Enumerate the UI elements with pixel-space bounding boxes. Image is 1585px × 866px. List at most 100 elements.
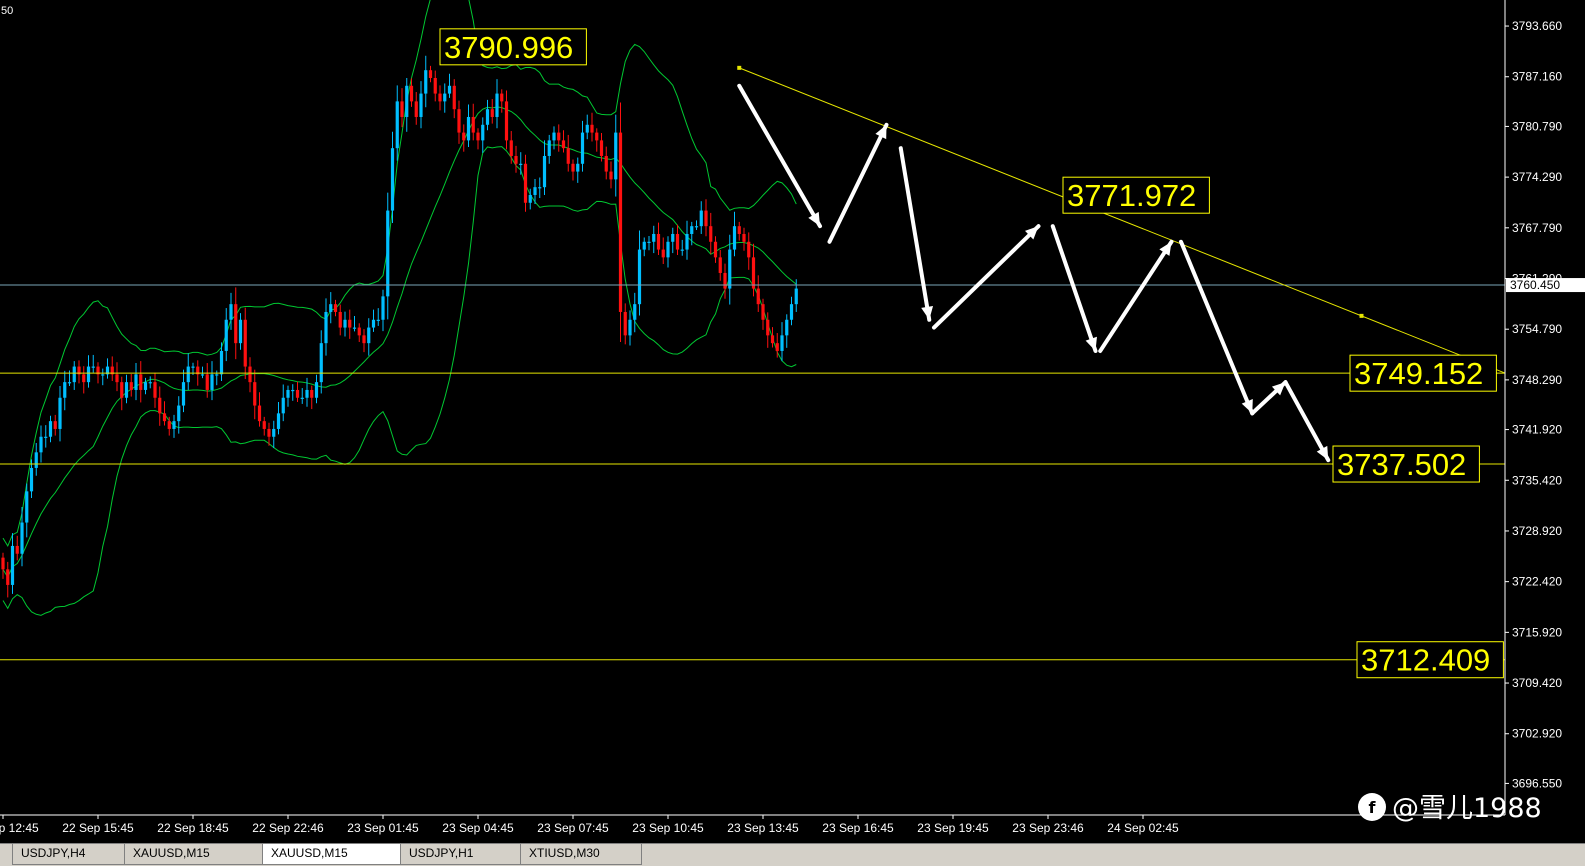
candle-body (571, 163, 575, 172)
candle-body (357, 327, 361, 336)
candle-body (500, 93, 504, 102)
tab-usdjpy-h1[interactable]: USDJPY,H1 (400, 844, 522, 865)
candle-body (86, 366, 91, 383)
corner-text: 50 (1, 5, 13, 17)
price-tick-label: 3774.290 (1512, 170, 1562, 184)
candle-body (509, 140, 513, 156)
candle-body (243, 319, 247, 367)
candle-body (519, 163, 523, 165)
candle-body (566, 148, 570, 164)
candle-body (1, 557, 5, 570)
candle-body (324, 311, 328, 344)
time-tick-label: 23 Sep 13:45 (727, 821, 799, 835)
candle-body (15, 545, 19, 554)
candle-body (462, 132, 466, 141)
price-tick-label: 3709.420 (1512, 676, 1562, 690)
candle-body (656, 233, 661, 250)
candle-body (694, 226, 699, 228)
candle-body (10, 545, 15, 585)
tab-xauusd-m15-active[interactable]: XAUUSD,M15 (262, 844, 402, 865)
time-tick-label: 23 Sep 23:46 (1012, 821, 1084, 835)
candle-body (215, 374, 219, 376)
candle-body (333, 304, 338, 312)
price-tick-label: 3780.790 (1512, 119, 1562, 133)
candle-body (419, 93, 423, 117)
time-tick-label: 22 Sep 12:45 (0, 821, 39, 835)
candle-body (637, 249, 642, 305)
candle-body (63, 382, 67, 398)
time-tick-label: 23 Sep 10:45 (632, 821, 704, 835)
time-tick-label: 24 Sep 02:45 (1107, 821, 1179, 835)
tab-label: XAUUSD,M15 (271, 846, 348, 860)
candle-body (452, 85, 456, 110)
candle-body (433, 77, 437, 94)
candle-body (737, 226, 741, 234)
candle-body (91, 366, 95, 368)
candle-body (58, 397, 62, 429)
candle-body (756, 288, 760, 305)
price-tick-label: 3793.660 (1512, 19, 1562, 33)
candle-body (67, 382, 72, 384)
candle-body (120, 382, 124, 398)
candle-body (466, 116, 471, 141)
candle-body (704, 210, 708, 227)
price-tick-label: 3715.920 (1512, 625, 1562, 639)
tab-xtiusd-m30[interactable]: XTIUSD,M30 (520, 844, 642, 865)
price-tick-label: 3702.920 (1512, 727, 1562, 741)
candle-body (153, 382, 157, 398)
svg-text:f: f (1369, 798, 1377, 817)
trendline-anchor (1359, 313, 1364, 318)
candle-body (785, 319, 789, 336)
candle-body (443, 93, 447, 102)
candle-body (115, 374, 119, 383)
candle-body (428, 70, 433, 78)
candle-body (647, 241, 651, 243)
candle-body (39, 436, 43, 453)
candle-body (338, 311, 342, 328)
candle-body (761, 304, 765, 320)
candle-body (191, 366, 195, 368)
price-tick-label: 3728.920 (1512, 524, 1562, 538)
candle-body (775, 343, 779, 351)
candle-body (561, 140, 566, 149)
price-chart[interactable]: 3790.996 3771.972 3749.152 3737.502 3712.409… (0, 0, 1585, 843)
candle-body (709, 226, 713, 242)
candle-body (414, 101, 418, 117)
candle-body (490, 109, 494, 117)
candle-body (172, 421, 176, 429)
candle-body (158, 397, 162, 414)
tab-label: XTIUSD,M30 (529, 846, 600, 860)
candle-body (604, 155, 608, 172)
trendline-anchor (737, 65, 742, 70)
candle-body (580, 132, 585, 164)
candle-body (585, 124, 589, 133)
tab-xauusd-m15[interactable]: XAUUSD,M15 (124, 844, 264, 865)
candle-body (348, 319, 352, 328)
candle-body (281, 397, 285, 414)
candle-body (224, 319, 228, 351)
candle-body (167, 421, 171, 429)
candle-body (405, 85, 409, 117)
candle-body (633, 304, 637, 320)
candle-body (253, 382, 257, 406)
candle-body (390, 148, 395, 211)
candle-body (381, 296, 385, 320)
candle-body (25, 491, 29, 523)
chart-background (0, 0, 1585, 843)
level-label-text: 3771.972 (1067, 178, 1196, 213)
candle-body (134, 374, 138, 390)
candle-body (219, 350, 224, 375)
candle-body (53, 421, 57, 429)
time-tick-label: 23 Sep 16:45 (822, 821, 894, 835)
candle-body (276, 413, 281, 429)
candle-body (742, 233, 746, 242)
price-tick-label: 3754.790 (1512, 322, 1562, 336)
time-tick-label: 22 Sep 22:46 (252, 821, 324, 835)
tab-label: USDJPY,H4 (21, 846, 86, 860)
candle-body (609, 171, 613, 180)
tab-usdjpy-h4[interactable]: USDJPY,H4 (12, 844, 126, 865)
time-tick-label: 23 Sep 07:45 (537, 821, 609, 835)
candle-body (139, 374, 143, 390)
candle-body (386, 210, 390, 297)
candle-body (628, 319, 632, 336)
